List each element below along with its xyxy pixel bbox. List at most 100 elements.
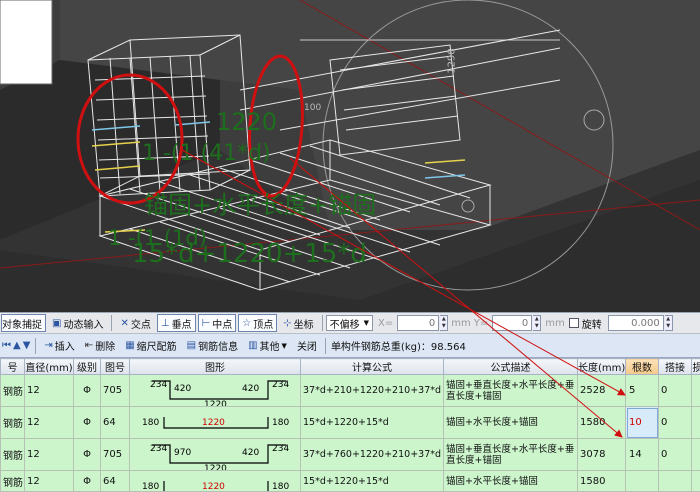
offset-dropdown[interactable]: 不偏移 ▼ xyxy=(325,315,374,331)
cell-shape[interactable]: 180 1220 180 xyxy=(129,406,301,439)
table-row[interactable]: 钢筋 12 Φ 705 234 970 1220 420 234 37*d+76… xyxy=(0,438,700,471)
other-menu-icon: ▥ xyxy=(248,340,258,351)
cell-diameter[interactable]: 12 xyxy=(24,438,74,471)
rotate-spinner[interactable]: ▲ ▼ xyxy=(664,315,673,331)
col-header-grade[interactable]: 级别 xyxy=(73,358,101,375)
col-header-formula[interactable]: 计算公式 xyxy=(300,358,444,375)
vertex-snap-button[interactable]: ☆ 顶点 xyxy=(238,314,278,332)
cell-grade[interactable]: Φ xyxy=(73,374,101,407)
col-header-description[interactable]: 公式描述 xyxy=(443,358,578,375)
table-row[interactable]: 钢筋 12 Φ 64 180 1220 180 15*d+1220+15*d 锚… xyxy=(0,470,700,492)
total-weight: 单构件钢筋总重(kg)：98.564 xyxy=(330,342,466,353)
cell-description[interactable]: 锚固+垂直长度+水平长度+垂直长度+锚固 xyxy=(443,374,578,407)
perpendicular-snap-button[interactable]: ⊥ 垂点 xyxy=(156,314,196,332)
cell-loss[interactable] xyxy=(691,470,700,492)
other-menu-label: 其他 xyxy=(259,342,280,353)
cell-length[interactable]: 3078 xyxy=(577,438,626,471)
delete-button[interactable]: ⇤ 删除 xyxy=(81,337,119,355)
nav-up-icon[interactable]: ▲ xyxy=(13,340,21,351)
cell-name[interactable]: 钢筋 xyxy=(0,470,25,492)
cell-lap[interactable]: 0 xyxy=(658,438,692,471)
cell-description[interactable]: 锚固+水平长度+锚固 xyxy=(443,406,578,439)
y-input[interactable]: 0 xyxy=(492,315,533,331)
col-header-loss[interactable]: 损 xyxy=(691,358,700,375)
delete-icon: ⇤ xyxy=(84,340,94,351)
cell-count-selected[interactable]: 10 xyxy=(625,406,659,439)
cell-figure-no[interactable]: 64 xyxy=(100,470,130,492)
intersection-snap-button[interactable]: ✕ 交点 xyxy=(116,314,154,332)
cell-diameter[interactable]: 12 xyxy=(24,470,74,492)
chevron-down-icon: ▼ xyxy=(281,341,287,350)
x-spinner[interactable]: ▲ ▼ xyxy=(440,315,449,331)
cell-length[interactable]: 2528 xyxy=(577,374,626,407)
cell-name[interactable]: 钢筋 xyxy=(0,406,25,439)
midpoint-icon: ⊢ xyxy=(201,317,211,329)
annotation-calc-formula: 15*d+1220+15*d xyxy=(132,239,367,269)
cell-loss[interactable] xyxy=(691,438,700,471)
rotate-checkbox[interactable] xyxy=(568,318,579,328)
offset-value: 不偏移 xyxy=(329,319,360,331)
cell-formula[interactable]: 37*d+210+1220+210+37*d xyxy=(300,374,444,407)
dynamic-input-button[interactable]: ▣ 动态输入 xyxy=(48,314,107,332)
cell-grade[interactable]: Φ xyxy=(73,470,101,492)
close-button[interactable]: 关闭 xyxy=(293,337,321,355)
shape-right-dim: 234 xyxy=(272,444,289,454)
rotate-input[interactable]: 0.000 xyxy=(607,315,664,331)
midpoint-snap-button[interactable]: ⊢ 中点 xyxy=(197,314,237,332)
cell-count[interactable]: 5 xyxy=(625,374,659,407)
cell-figure-no[interactable]: 705 xyxy=(100,374,130,407)
scale-rebar-button[interactable]: ▦ 缩尺配筋 xyxy=(121,337,180,355)
other-menu-button[interactable]: ▥ 其他 ▼ xyxy=(244,337,291,355)
cell-shape[interactable]: 234 970 1220 420 234 xyxy=(129,438,301,471)
nav-down-icon[interactable]: ▼ xyxy=(23,340,31,351)
cell-figure-no[interactable]: 705 xyxy=(100,438,130,471)
cell-diameter[interactable]: 12 xyxy=(24,374,74,407)
col-header-lap[interactable]: 搭接 xyxy=(658,358,692,375)
3d-viewport[interactable]: 1220 1 -(1 (41*d) 锚固+水平长度+锚固 1 -(1 (1d) … xyxy=(0,0,700,312)
rebar-info-button[interactable]: ▤ 钢筋信息 xyxy=(183,337,242,355)
col-header-figure-no[interactable]: 图号 xyxy=(100,358,130,375)
cell-count[interactable]: 14 xyxy=(625,438,659,471)
col-header-no[interactable]: 号 xyxy=(0,358,25,375)
cell-formula[interactable]: 37*d+760+1220+210+37*d xyxy=(300,438,444,471)
cell-length[interactable]: 1580 xyxy=(577,470,626,492)
separator xyxy=(324,337,326,354)
col-header-length[interactable]: 长度(mm) xyxy=(577,358,626,375)
y-spinner[interactable]: ▲ ▼ xyxy=(533,315,542,331)
cell-formula[interactable]: 15*d+1220+15*d xyxy=(300,470,444,492)
insert-label: 插入 xyxy=(54,342,75,353)
coordinate-snap-button[interactable]: ⊹ 坐标 xyxy=(279,314,317,332)
chevron-down-icon: ▼ xyxy=(363,319,370,327)
cell-shape[interactable]: 234 420 1220 420 234 xyxy=(129,374,301,407)
cell-grade[interactable]: Φ xyxy=(73,406,101,439)
cell-description[interactable]: 锚固+水平长度+锚固 xyxy=(443,470,578,492)
shape-left-dim: 180 xyxy=(142,482,159,491)
delete-label: 删除 xyxy=(95,342,116,353)
table-row[interactable]: 钢筋 12 Φ 64 180 1220 180 15*d+1220+15*d 锚… xyxy=(0,406,700,439)
x-input[interactable]: 0 xyxy=(397,315,440,331)
object-snap-button[interactable]: 对象捕捉 xyxy=(1,314,46,332)
col-header-count[interactable]: 根数 xyxy=(625,358,659,375)
cell-shape[interactable]: 180 1220 180 xyxy=(129,470,301,492)
cell-grade[interactable]: Φ xyxy=(73,438,101,471)
cell-diameter[interactable]: 12 xyxy=(24,406,74,439)
nav-first-icon[interactable]: ⏮ xyxy=(2,340,11,351)
cell-count[interactable] xyxy=(625,470,659,492)
cell-length[interactable]: 1580 xyxy=(577,406,626,439)
col-header-shape[interactable]: 图形 xyxy=(129,358,301,375)
cell-lap[interactable] xyxy=(658,470,692,492)
cell-loss[interactable] xyxy=(691,374,700,407)
vertex-icon: ☆ xyxy=(242,317,252,329)
cell-name[interactable]: 钢筋 xyxy=(0,438,25,471)
cell-loss[interactable] xyxy=(691,406,700,439)
cell-name[interactable]: 钢筋 xyxy=(0,374,25,407)
cell-description[interactable]: 锚固+垂直长度+水平长度+垂直长度+锚固 xyxy=(443,438,578,471)
table-row[interactable]: 钢筋 12 Φ 705 234 420 1220 420 234 37*d+21… xyxy=(0,374,700,407)
cell-lap[interactable]: 0 xyxy=(658,374,692,407)
cell-figure-no[interactable]: 64 xyxy=(100,406,130,439)
cell-lap[interactable]: 0 xyxy=(658,406,692,439)
cell-formula[interactable]: 15*d+1220+15*d xyxy=(300,406,444,439)
insert-button[interactable]: ⇥ 插入 xyxy=(40,337,78,355)
shape-left-vert-dim: 420 xyxy=(174,384,191,394)
col-header-diameter[interactable]: 直径(mm) xyxy=(24,358,74,375)
